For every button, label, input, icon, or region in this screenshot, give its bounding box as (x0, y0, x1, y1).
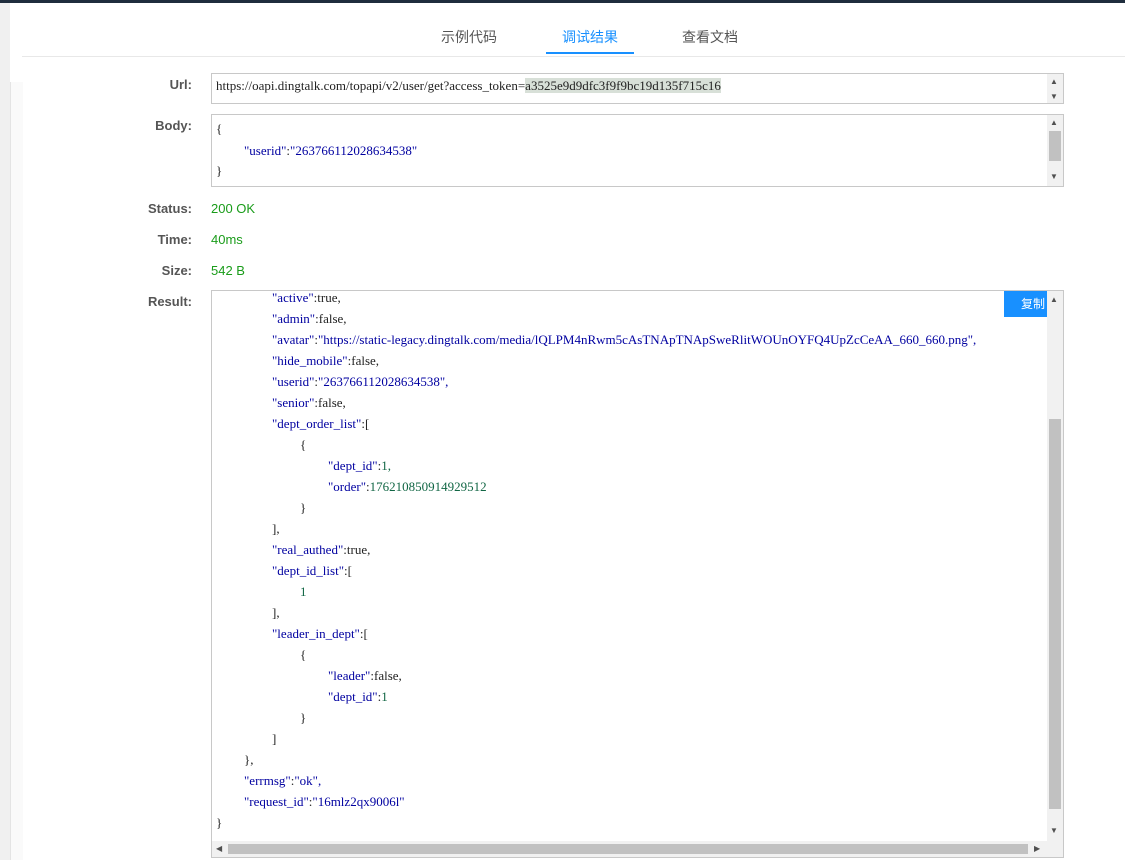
url-scrollbar[interactable]: ▲ ▼ (1047, 74, 1063, 103)
result-field[interactable]: "active":true, "admin":false, "avatar":"ht… (211, 290, 1064, 858)
result-line: } (216, 815, 223, 830)
tab-sample-code[interactable]: 示例代码 (441, 27, 497, 47)
result-line: 1 (300, 584, 307, 599)
result-line: "dept_id":1, (328, 458, 391, 473)
status-label: Status: (147, 201, 192, 216)
result-line: "avatar":"https://static-legacy.dingtalk… (272, 332, 977, 347)
body-field[interactable]: { "userid":"263766112028634538" } ▲ ▼ (211, 114, 1064, 187)
body-scrollbar[interactable]: ▲ ▼ (1047, 115, 1063, 186)
result-line: ], (272, 605, 280, 620)
result-line: "senior":false, (272, 395, 346, 410)
scroll-left-icon[interactable]: ◀ (216, 845, 222, 853)
result-line: "request_id":"16mlz2qx9006l" (244, 794, 405, 809)
result-scroll-thumb[interactable] (1049, 419, 1061, 809)
result-line: { (300, 647, 307, 662)
url-text: https://oapi.dingtalk.com/topapi/v2/user… (216, 78, 721, 93)
tab-debug-result[interactable]: 调试结果 (562, 27, 618, 47)
scroll-down-icon[interactable]: ▼ (1050, 93, 1058, 101)
result-line: { (300, 437, 307, 452)
size-label: Size: (161, 263, 192, 278)
result-line: }, (244, 752, 254, 767)
scroll-down-icon[interactable]: ▼ (1050, 173, 1058, 181)
body-line-open: { (216, 121, 223, 136)
copy-button[interactable]: 复制 (1004, 291, 1047, 317)
time-label: Time: (157, 232, 192, 247)
active-tab-indicator (546, 52, 634, 54)
result-line: } (300, 710, 307, 725)
scroll-up-icon[interactable]: ▲ (1050, 78, 1058, 86)
result-line: "real_authed":true, (272, 542, 371, 557)
size-value: 542 B (211, 263, 245, 278)
result-line: "dept_id_list":[ (272, 563, 352, 578)
scroll-up-icon[interactable]: ▲ (1050, 119, 1058, 127)
result-line: "dept_order_list":[ (272, 416, 370, 431)
result-line: "leader_in_dept":[ (272, 626, 368, 641)
result-line: "order":176210850914929512 (328, 479, 487, 494)
result-vertical-scrollbar[interactable]: ▲ ▼ (1047, 291, 1063, 841)
url-label: Url: (169, 77, 192, 92)
result-line: "admin":false, (272, 311, 347, 326)
result-horizontal-scrollbar[interactable]: ◀ ▶ (212, 841, 1063, 857)
result-line: "errmsg":"ok", (244, 773, 322, 788)
result-line: "active":true, (272, 290, 341, 305)
url-field[interactable]: https://oapi.dingtalk.com/topapi/v2/user… (211, 73, 1064, 104)
result-line: ] (272, 731, 277, 746)
result-hscroll-thumb[interactable] (228, 844, 1028, 854)
result-label: Result: (147, 294, 192, 309)
body-line-close: } (216, 163, 223, 178)
scroll-down-icon[interactable]: ▼ (1050, 827, 1058, 835)
body-label: Body: (155, 118, 192, 133)
time-value: 40ms (211, 232, 243, 247)
result-line: ], (272, 521, 280, 536)
tab-view-docs[interactable]: 查看文档 (682, 27, 738, 47)
result-line: "userid":"263766112028634538", (272, 374, 449, 389)
body-line-userid: "userid":"263766112028634538" (244, 143, 418, 158)
scroll-up-icon[interactable]: ▲ (1050, 296, 1058, 304)
left-panel-border (10, 82, 23, 860)
url-token: a3525e9d9dfc3f9f9bc19d135f715c16 (525, 78, 721, 93)
body-scroll-thumb[interactable] (1049, 131, 1061, 161)
result-line: "hide_mobile":false, (272, 353, 380, 368)
result-line: } (300, 500, 307, 515)
result-line: "leader":false, (328, 668, 402, 683)
scroll-right-icon[interactable]: ▶ (1034, 845, 1040, 853)
status-value: 200 OK (211, 201, 256, 216)
left-panel-edge (0, 3, 10, 860)
result-line: "dept_id":1 (328, 689, 388, 704)
tab-bar: 示例代码 调试结果 查看文档 (22, 3, 1125, 57)
